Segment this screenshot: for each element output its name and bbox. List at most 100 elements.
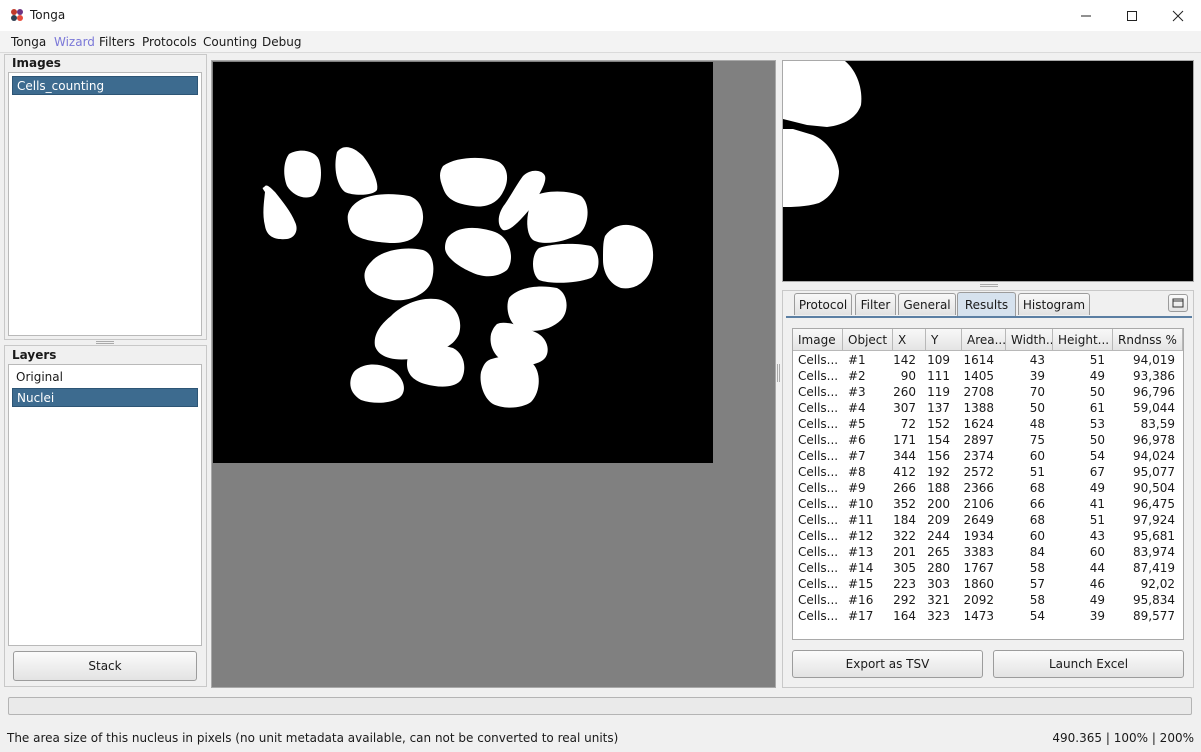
table-cell: 49 <box>1089 369 1105 383</box>
menu-bar: Tonga Wizard Filters Protocols Counting … <box>0 31 1201 53</box>
table-row[interactable]: Cells... #5 72 152 1624 48 53 83,59 <box>793 416 1183 432</box>
table-cell: 95,834 <box>1133 593 1175 607</box>
table-cell: 46 <box>1089 577 1105 591</box>
table-cell: #11 <box>848 513 874 527</box>
table-row[interactable]: Cells... #8 412 192 2572 51 67 95,077 <box>793 464 1183 480</box>
table-row[interactable]: Cells... #4 307 137 1388 50 61 59,044 <box>793 400 1183 416</box>
images-list[interactable]: Cells_counting <box>8 72 202 336</box>
column-header-y[interactable]: Y <box>926 329 962 351</box>
close-button[interactable] <box>1155 0 1201 31</box>
table-cell: #2 <box>848 369 866 383</box>
table-cell: 43 <box>1029 353 1045 367</box>
table-cell: Cells... <box>798 609 839 623</box>
column-header-roundness[interactable]: Rndnss % <box>1113 329 1183 351</box>
table-row[interactable]: Cells... #6 171 154 2897 75 50 96,978 <box>793 432 1183 448</box>
restore-panel-button[interactable] <box>1168 294 1188 312</box>
menu-protocols[interactable]: Protocols <box>142 35 197 49</box>
tab-histogram[interactable]: Histogram <box>1018 293 1090 315</box>
table-row[interactable]: Cells... #12 322 244 1934 60 43 95,681 <box>793 528 1183 544</box>
column-header-image[interactable]: Image <box>793 329 843 351</box>
table-cell: 83,974 <box>1133 545 1175 559</box>
table-cell: Cells... <box>798 529 839 543</box>
menu-tonga[interactable]: Tonga <box>11 35 46 49</box>
table-cell: 66 <box>1029 497 1045 511</box>
column-header-x[interactable]: X <box>893 329 926 351</box>
tab-general[interactable]: General <box>898 293 956 315</box>
table-cell: 307 <box>893 401 916 415</box>
table-row[interactable]: Cells... #2 90 111 1405 39 49 93,386 <box>793 368 1183 384</box>
table-cell: Cells... <box>798 561 839 575</box>
launch-excel-button[interactable]: Launch Excel <box>993 650 1184 678</box>
table-cell: #15 <box>848 577 874 591</box>
image-viewer[interactable] <box>211 60 776 688</box>
layers-list[interactable]: Original Nuclei <box>8 364 202 646</box>
minimize-button[interactable] <box>1063 0 1109 31</box>
menu-filters[interactable]: Filters <box>99 35 135 49</box>
maximize-button[interactable] <box>1109 0 1155 31</box>
table-cell: #12 <box>848 529 874 543</box>
table-cell: 96,796 <box>1133 385 1175 399</box>
menu-wizard[interactable]: Wizard <box>54 35 95 49</box>
table-cell: 201 <box>893 545 916 559</box>
menu-counting[interactable]: Counting <box>203 35 257 49</box>
table-cell: 119 <box>927 385 950 399</box>
table-cell: Cells... <box>798 577 839 591</box>
table-cell: 94,024 <box>1133 449 1175 463</box>
table-cell: 90,504 <box>1133 481 1175 495</box>
table-cell: 209 <box>927 513 950 527</box>
table-cell: 2092 <box>963 593 994 607</box>
table-row[interactable]: Cells... #15 223 303 1860 57 46 92,02 <box>793 576 1183 592</box>
column-header-width[interactable]: Width... <box>1006 329 1053 351</box>
table-row[interactable]: Cells... #11 184 209 2649 68 51 97,924 <box>793 512 1183 528</box>
vertical-splitter-handle[interactable] <box>777 364 780 382</box>
tab-filter[interactable]: Filter <box>855 293 896 315</box>
table-cell: Cells... <box>798 449 839 463</box>
tab-protocol[interactable]: Protocol <box>794 293 852 315</box>
table-row[interactable]: Cells... #17 164 323 1473 54 39 89,577 <box>793 608 1183 624</box>
table-row[interactable]: Cells... #3 260 119 2708 70 50 96,796 <box>793 384 1183 400</box>
stack-button[interactable]: Stack <box>13 651 197 681</box>
table-cell: 265 <box>927 545 950 559</box>
table-cell: 68 <box>1029 513 1045 527</box>
table-cell: #10 <box>848 497 874 511</box>
table-cell: #1 <box>848 353 866 367</box>
table-cell: 109 <box>927 353 950 367</box>
table-cell: 68 <box>1029 481 1045 495</box>
tab-strip-line <box>786 316 1192 318</box>
table-cell: 39 <box>1029 369 1045 383</box>
table-cell: 344 <box>893 449 916 463</box>
horizontal-splitter-handle[interactable] <box>980 284 998 287</box>
table-row[interactable]: Cells... #9 266 188 2366 68 49 90,504 <box>793 480 1183 496</box>
layer-item-original[interactable]: Original <box>12 368 198 387</box>
table-row[interactable]: Cells... #1 142 109 1614 43 51 94,019 <box>793 352 1183 368</box>
table-cell: 142 <box>893 353 916 367</box>
table-cell: 61 <box>1089 401 1105 415</box>
table-cell: #14 <box>848 561 874 575</box>
title-bar: Tonga <box>0 0 1201 31</box>
table-cell: 51 <box>1029 465 1045 479</box>
table-cell: 97,924 <box>1133 513 1175 527</box>
menu-debug[interactable]: Debug <box>262 35 301 49</box>
table-row[interactable]: Cells... #10 352 200 2106 66 41 96,475 <box>793 496 1183 512</box>
splitter-handle[interactable] <box>96 341 114 344</box>
tab-results[interactable]: Results <box>957 292 1016 316</box>
table-cell: 260 <box>893 385 916 399</box>
table-cell: 322 <box>893 529 916 543</box>
image-item-cells-counting[interactable]: Cells_counting <box>12 76 198 95</box>
table-cell: 84 <box>1029 545 1045 559</box>
column-header-area[interactable]: Area... <box>962 329 1006 351</box>
table-cell: 51 <box>1089 513 1105 527</box>
column-header-object[interactable]: Object <box>843 329 893 351</box>
layer-item-nuclei[interactable]: Nuclei <box>12 388 198 407</box>
table-row[interactable]: Cells... #16 292 321 2092 58 49 95,834 <box>793 592 1183 608</box>
column-header-height[interactable]: Height... <box>1053 329 1113 351</box>
table-cell: Cells... <box>798 593 839 607</box>
nucleus <box>347 194 424 243</box>
table-cell: 96,475 <box>1133 497 1175 511</box>
table-cell: 184 <box>893 513 916 527</box>
results-table[interactable]: Image Object X Y Area... Width... Height… <box>792 328 1184 640</box>
table-row[interactable]: Cells... #13 201 265 3383 84 60 83,974 <box>793 544 1183 560</box>
table-row[interactable]: Cells... #14 305 280 1767 58 44 87,419 <box>793 560 1183 576</box>
export-tsv-button[interactable]: Export as TSV <box>792 650 983 678</box>
table-row[interactable]: Cells... #7 344 156 2374 60 54 94,024 <box>793 448 1183 464</box>
